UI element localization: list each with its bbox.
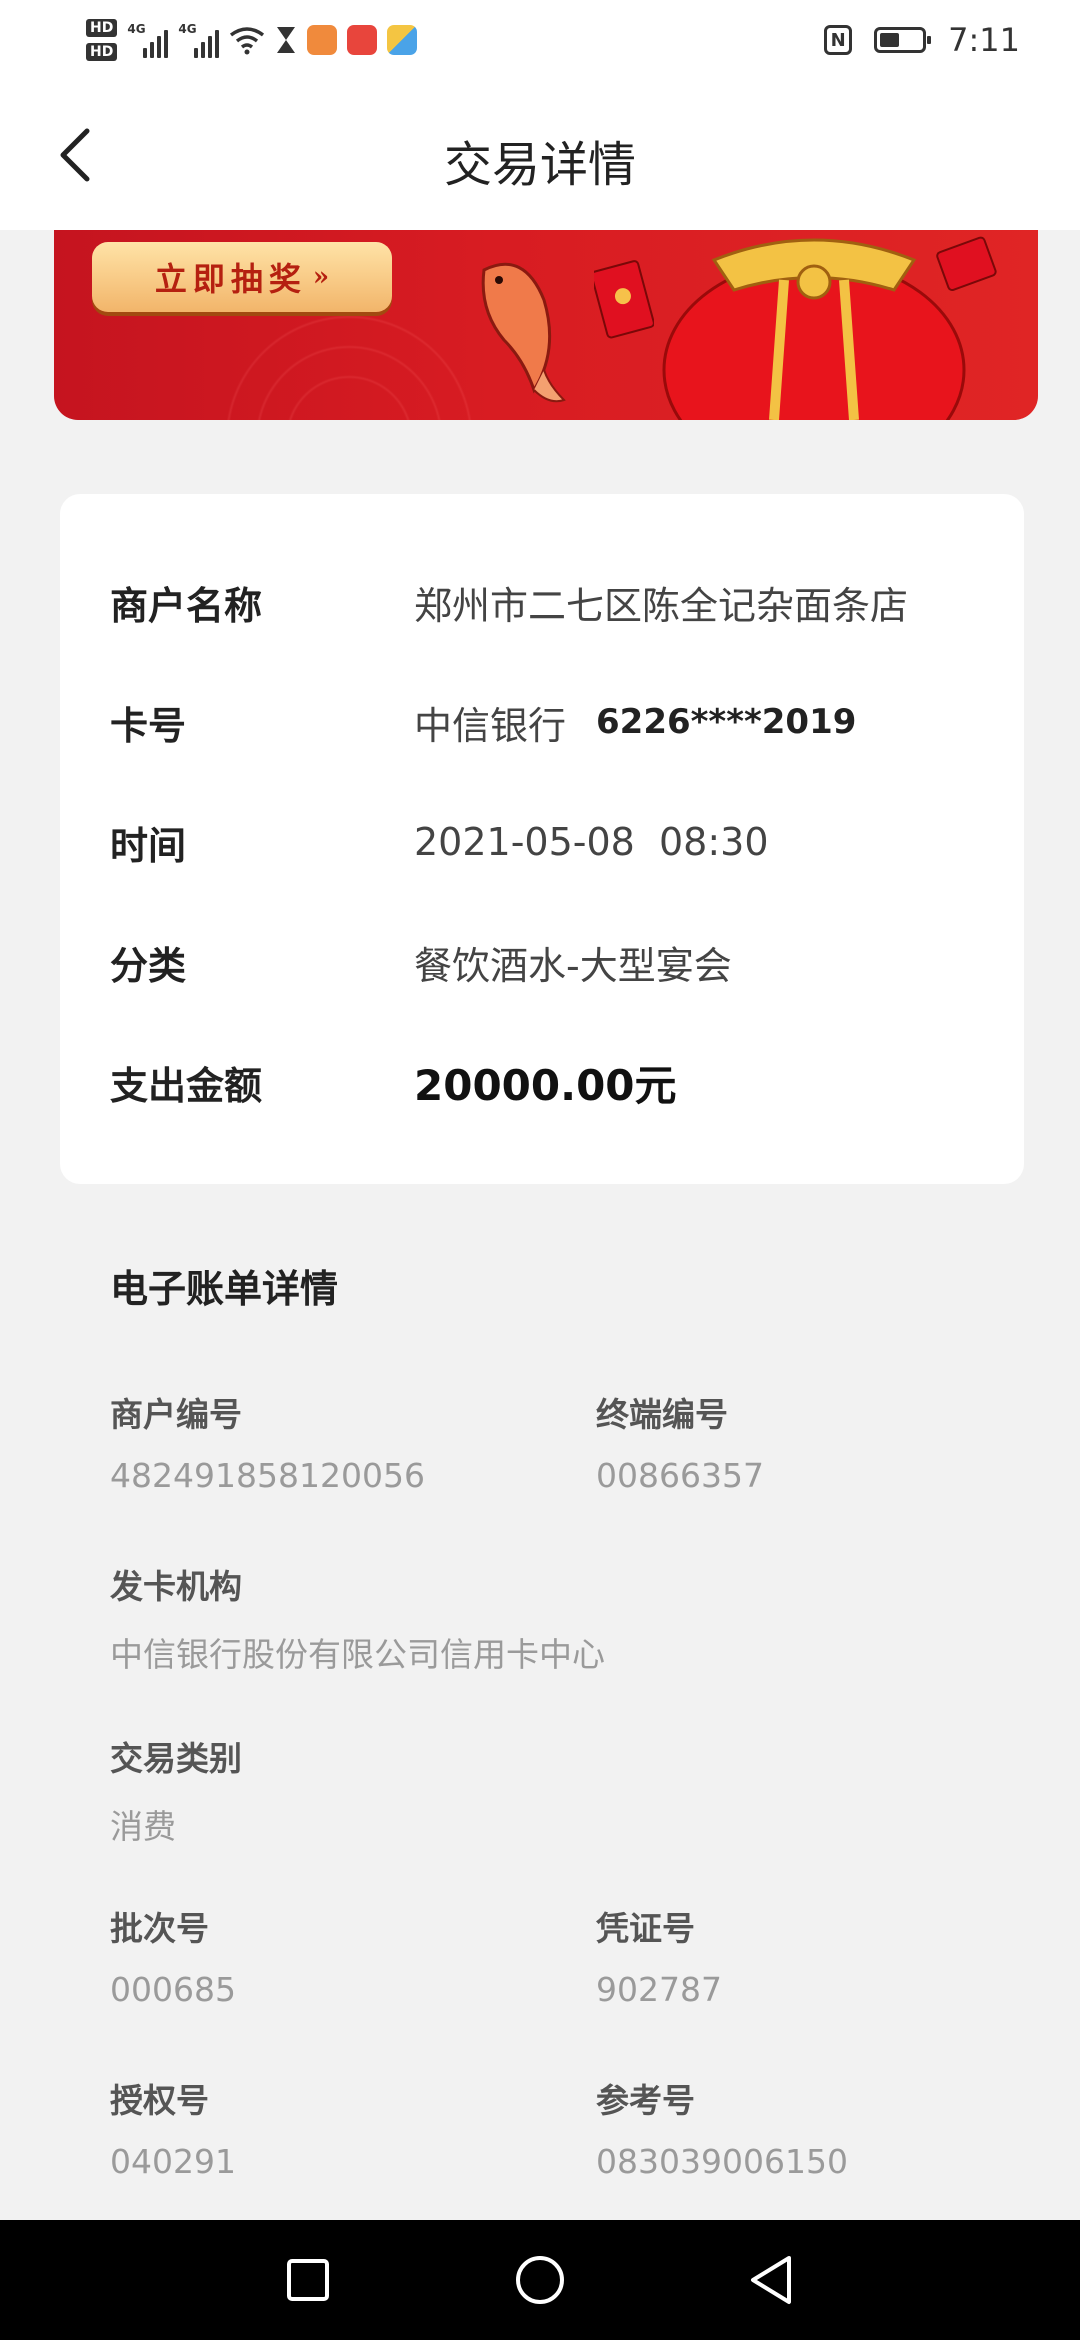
hd-badge-2: HD	[86, 43, 118, 61]
batch-no-value: 000685	[110, 1970, 236, 2009]
merchant-no-value: 482491858120056	[110, 1456, 425, 1495]
app-heart-icon	[307, 25, 338, 55]
home-button[interactable]	[508, 2248, 572, 2312]
status-icons-right: N 7:11	[824, 12, 1020, 68]
terminal-no-label: 终端编号	[596, 1395, 728, 1434]
batch-no-label: 批次号	[110, 1909, 209, 1948]
hourglass-icon	[277, 27, 296, 53]
card-bank-value: 中信银行	[414, 703, 567, 748]
recent-apps-button[interactable]	[276, 2248, 340, 2312]
issuer-value: 中信银行股份有限公司信用卡中心	[110, 1635, 605, 1674]
card-number-value: 6226****2019	[596, 702, 857, 742]
network-type-label-1: 4G	[127, 22, 146, 36]
auth-no-label: 授权号	[110, 2081, 209, 2120]
merchant-no-field: 商户编号 482491858120056	[110, 1388, 425, 1495]
issuer-label: 发卡机构	[110, 1567, 242, 1606]
merchant-name-label: 商户名称	[110, 583, 263, 628]
amount-label: 支出金额	[110, 1063, 263, 1108]
txn-type-label: 交易类别	[110, 1739, 242, 1778]
chevron-right-icon: »	[312, 262, 330, 292]
ebill-section-title: 电子账单详情	[110, 1267, 339, 1311]
status-bar: HD HD 4G 4G N 7:11	[0, 0, 1080, 80]
voucher-no-field: 凭证号 902787	[596, 1902, 722, 2009]
hd-indicators: HD HD	[86, 19, 118, 61]
hd-badge-1: HD	[86, 19, 118, 37]
txn-type-value: 消费	[110, 1807, 176, 1846]
amount-row: 支出金额 20000.00元	[110, 1042, 984, 1122]
promo-banner[interactable]: 立即抽奖 »	[54, 230, 1038, 420]
amount-value: 20000.00元	[414, 1060, 677, 1110]
system-navigation-bar	[0, 2220, 1080, 2340]
ref-no-field: 参考号 083039006150	[596, 2074, 848, 2181]
signal-icon-sim2: 4G	[178, 22, 220, 58]
ref-no-label: 参考号	[596, 2081, 695, 2120]
time-label: 时间	[110, 823, 187, 868]
signal-icon-sim1: 4G	[127, 22, 169, 58]
card-label: 卡号	[110, 703, 187, 748]
wifi-icon	[230, 27, 265, 55]
terminal-no-value: 00866357	[596, 1456, 764, 1495]
category-value: 餐饮酒水-大型宴会	[414, 943, 732, 988]
red-envelope-icon-2	[936, 236, 997, 292]
red-envelope-icon	[594, 260, 654, 339]
battery-icon	[874, 27, 932, 53]
nfc-icon: N	[824, 25, 853, 55]
merchant-no-label: 商户编号	[110, 1395, 242, 1434]
lottery-button-label: 立即抽奖	[154, 260, 307, 298]
back-nav-button[interactable]	[740, 2248, 804, 2312]
category-label: 分类	[110, 943, 187, 988]
merchant-name-row: 商户名称 郑州市二七区陈全记杂面条店	[110, 562, 984, 642]
status-time: 7:11	[948, 21, 1020, 59]
merchant-name-value: 郑州市二七区陈全记杂面条店	[414, 583, 909, 628]
koi-fish-icon	[481, 262, 566, 403]
txn-type-field: 交易类别 消费	[110, 1732, 242, 1848]
transaction-detail-card: 商户名称 郑州市二七区陈全记杂面条店 卡号 中信银行 6226****2019 …	[60, 494, 1024, 1184]
triangle-back-icon	[751, 2256, 791, 2304]
category-row[interactable]: 分类 餐饮酒水-大型宴会	[110, 922, 984, 1002]
time-row: 时间 2021-05-08 08:30	[110, 802, 984, 882]
voucher-no-value: 902787	[596, 1970, 722, 2009]
auth-no-field: 授权号 040291	[110, 2074, 236, 2181]
app-header: 交易详情	[0, 80, 1080, 230]
square-icon	[287, 2259, 329, 2301]
time-value: 2021-05-08 08:30	[414, 820, 769, 864]
app-book-icon	[347, 25, 378, 55]
card-number-row: 卡号 中信银行 6226****2019	[110, 682, 984, 762]
lottery-button[interactable]: 立即抽奖 »	[92, 242, 392, 312]
page-title: 交易详情	[443, 137, 636, 193]
status-icons-left: HD HD 4G 4G	[86, 10, 418, 70]
batch-no-field: 批次号 000685	[110, 1902, 236, 2009]
issuer-field: 发卡机构 中信银行股份有限公司信用卡中心	[110, 1560, 605, 1676]
circle-icon	[516, 2256, 564, 2304]
auth-no-value: 040291	[110, 2142, 236, 2181]
network-type-label-2: 4G	[178, 22, 197, 36]
app-grid-icon	[387, 25, 418, 55]
lucky-bag-icon	[662, 238, 966, 420]
ref-no-value: 083039006150	[596, 2142, 848, 2181]
voucher-no-label: 凭证号	[596, 1909, 695, 1948]
terminal-no-field: 终端编号 00866357	[596, 1388, 764, 1495]
